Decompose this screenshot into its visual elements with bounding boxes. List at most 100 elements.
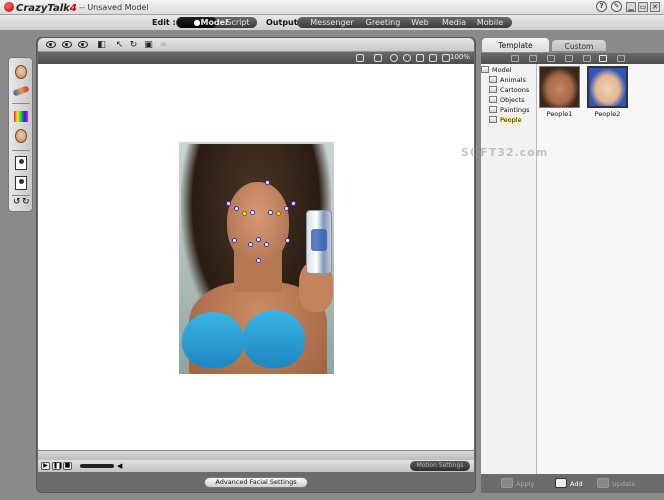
tree-item-objects[interactable]: Objects (489, 95, 525, 105)
face-point-lip-top[interactable] (256, 237, 261, 242)
zoom-in-icon[interactable] (403, 54, 411, 62)
tab-mobile[interactable]: Mobile (473, 17, 507, 28)
face-import-tool[interactable] (12, 64, 30, 82)
face-point-cheek-left[interactable] (232, 238, 237, 243)
close-button[interactable]: ✕ (650, 2, 660, 12)
pause-button[interactable]: ❚❚ (52, 462, 63, 470)
background-tool[interactable] (12, 174, 30, 192)
face-point-eye-right[interactable] (276, 211, 281, 216)
tab-template[interactable]: Template (481, 37, 550, 52)
folder-icon (489, 76, 497, 83)
eye-right-icon[interactable] (78, 41, 88, 48)
tab-custom[interactable]: Custom (551, 39, 607, 52)
face-point-brow-outer-right[interactable] (291, 201, 296, 206)
viewport-bottom-bar: Advanced Facial Settings (38, 473, 474, 491)
help-icon[interactable]: ? (596, 1, 607, 12)
add-button[interactable]: Add (555, 478, 583, 489)
thumbnail-people2[interactable] (587, 66, 628, 108)
zoom-fit-icon[interactable] (429, 54, 437, 62)
tree-item-people[interactable]: People (489, 115, 522, 125)
library-tool-3-icon[interactable] (565, 55, 573, 62)
volume-slider[interactable] (80, 464, 114, 468)
color-bars-icon (14, 111, 28, 122)
tab-script[interactable]: Script (220, 17, 256, 28)
split-view-icon[interactable]: ◧ (96, 40, 107, 50)
library-tool-1-icon[interactable] (529, 55, 537, 62)
tree-item-cartoons[interactable]: Cartoons (489, 85, 529, 95)
edit-label: Edit : (152, 18, 176, 27)
app-logo-icon (4, 2, 14, 12)
edit-tab-group: ● Model Script (176, 17, 257, 28)
face-point-chin[interactable] (256, 258, 261, 263)
playback-bar: ▶ ❚❚ ■ ◀ Motion Settings (38, 460, 474, 472)
folder-icon (489, 106, 497, 113)
face-fitting-tool[interactable] (12, 128, 30, 146)
motion-settings-button[interactable]: Motion Settings (410, 461, 470, 471)
profile-icon (15, 156, 27, 170)
zoom-region-icon[interactable] (416, 54, 424, 62)
library-toolbar (481, 53, 664, 64)
wand-icon[interactable]: ✎ (611, 1, 622, 12)
library-tool-4-icon[interactable] (583, 55, 591, 62)
folder-icon (481, 66, 489, 73)
eye-left-icon[interactable] (62, 41, 72, 48)
apply-button[interactable]: Apply (501, 478, 534, 489)
thumbnail-people1[interactable] (539, 66, 580, 108)
tree-item-animals[interactable]: Animals (489, 75, 526, 85)
brush-tool[interactable] (12, 82, 30, 100)
color-adjust-tool[interactable] (12, 108, 30, 126)
pan-hand-icon[interactable] (374, 54, 382, 62)
title-bar: CrazyTalk4 -- Unsaved Model ? ✎ ▁ ▭ ✕ (0, 0, 664, 15)
tab-media[interactable]: Media (437, 17, 471, 28)
profile-tool[interactable] (12, 154, 30, 172)
face-point-forehead[interactable] (265, 180, 270, 185)
face-point-eye-left[interactable] (242, 211, 247, 216)
tree-item-paintings[interactable]: Paintings (489, 105, 530, 115)
output-tab-group: Messenger Greeting Web Media Mobile (297, 17, 512, 28)
tab-model[interactable]: ● Model (177, 17, 228, 28)
library-tool-2-icon[interactable] (547, 55, 555, 62)
face-point-brow-left[interactable] (234, 206, 239, 211)
select-arrow-icon[interactable]: ↖ (114, 40, 125, 50)
rotate-icon[interactable]: ↻ (128, 40, 139, 50)
face-point-eye-inner-left[interactable] (250, 210, 255, 215)
face-fit-icon (15, 129, 27, 143)
timeline-scrubber[interactable] (38, 450, 474, 460)
update-icon (597, 478, 609, 488)
eye-icon[interactable] (46, 41, 56, 48)
tab-greeting[interactable]: Greeting (363, 17, 403, 28)
zoom-out-icon[interactable] (390, 54, 398, 62)
actual-size-icon[interactable] (442, 54, 450, 62)
face-point-cheek-right[interactable] (285, 238, 290, 243)
tree-root[interactable]: Model (481, 65, 512, 75)
tab-web[interactable]: Web (405, 17, 435, 28)
redo-icon[interactable]: ↻ (22, 197, 30, 207)
library-action-bar: Apply Add Update (481, 474, 664, 493)
face-point-eye-inner-right[interactable] (268, 210, 273, 215)
face-point-mouth-right[interactable] (264, 242, 269, 247)
update-button[interactable]: Update (597, 478, 636, 489)
undo-redo-tool[interactable]: ↺ ↻ (12, 197, 30, 209)
minimize-button[interactable]: ▁ (626, 2, 636, 12)
face-point-mouth-left[interactable] (248, 242, 253, 247)
save-icon[interactable]: ▣ (143, 40, 154, 50)
tab-messenger[interactable]: Messenger (301, 17, 363, 28)
viewport-subbar: 100% (38, 52, 474, 64)
add-icon (555, 478, 567, 488)
speaker-icon[interactable]: ◀ (117, 462, 124, 470)
app-version: 4 (69, 3, 77, 14)
maximize-button[interactable]: ▭ (638, 2, 648, 12)
fit-window-icon[interactable] (356, 54, 364, 62)
stop-button[interactable]: ■ (63, 462, 72, 470)
play-button[interactable]: ▶ (41, 462, 50, 470)
library-up-icon[interactable] (511, 55, 519, 62)
library-delete-icon[interactable] (617, 55, 625, 62)
undo-icon[interactable]: ↺ (13, 197, 21, 207)
advanced-facial-settings-button[interactable]: Advanced Facial Settings (204, 477, 308, 488)
face-point-brow-outer-left[interactable] (226, 201, 231, 206)
face-point-brow-right[interactable] (284, 206, 289, 211)
template-thumbnails: People1 People2 (537, 64, 664, 474)
document-title: -- Unsaved Model (79, 3, 149, 12)
link-icon[interactable]: ∞ (158, 40, 169, 50)
library-view-icon[interactable] (599, 55, 607, 62)
